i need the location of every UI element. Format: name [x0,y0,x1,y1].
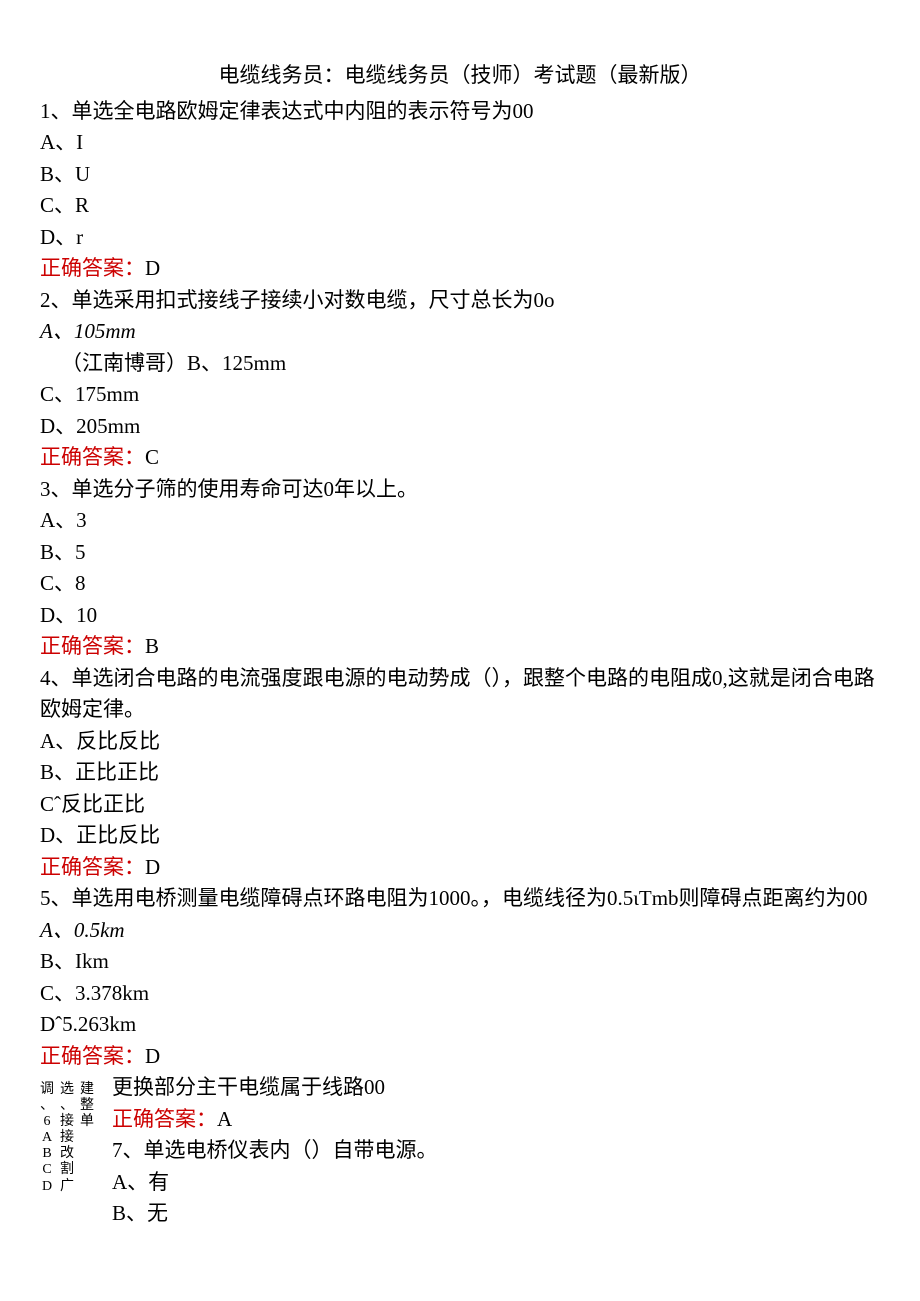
vc2-3: 接 [60,1130,74,1146]
answer-label: 正确答案： [112,1107,217,1131]
vc1-0: 调 [40,1082,54,1098]
q1-opt-c: C、R [40,190,880,222]
q3-opt-d: D、10 [40,600,880,632]
q2-answer: 正确答案：C [40,442,880,474]
q5-opt-c: C、3.378km [40,978,880,1010]
q5-stem: 5、单选用电桥测量电缆障碍点环路电阻为1000。，电缆线径为0.5ιTmb则障碍… [40,883,880,915]
answer-label: 正确答案： [40,855,145,879]
q3-answer: 正确答案：B [40,631,880,663]
vcol3: 建 整 单 [80,1072,94,1130]
q5-answer: 正确答案：D [40,1041,880,1073]
q4-opt-c: Cˆ反比正比 [40,789,880,821]
b-row2: 正确答案：A [112,1104,438,1136]
b-row1: 更换部分主干电缆属于线路00 [112,1072,438,1104]
q5-opt-d: Dˆ5.263km [40,1009,880,1041]
vc3-4: 整 [80,1098,94,1114]
q2-opt-a: A、105mm [40,316,880,348]
page-title: 电缆线务员：电缆线务员（技师）考试题（最新版） [40,60,880,92]
vc2-1: 、 [60,1098,74,1114]
answer-label: 正确答案： [40,1044,145,1068]
answer-label: 正确答案： [40,256,145,280]
q2-stem: 2、单选采用扣式接线子接续小对数电缆，尺寸总长为0o [40,285,880,317]
b-row3: 7、单选电桥仪表内（）自带电源。 [112,1135,438,1167]
q3-opt-c: C、8 [40,568,880,600]
q4-opt-b: B、正比正比 [40,757,880,789]
answer-label: 正确答案： [40,634,145,658]
answer-label: 正确答案： [40,445,145,469]
q1-opt-d: D、r [40,222,880,254]
vc1-4: B [40,1146,54,1162]
vc3-2: 建 [80,1082,94,1098]
vcol2: 选 、 接 接 改 割 广 [60,1072,74,1195]
vc2-0: 选 [60,1082,74,1098]
vc1-2: 6 [40,1114,54,1130]
q4-opt-a: A、反比反比 [40,726,880,758]
vc2-4: 改 [60,1146,74,1162]
q3-stem: 3、单选分子筛的使用寿命可达0年以上。 [40,474,880,506]
q1-opt-b: B、U [40,159,880,191]
q1-answer: 正确答案：D [40,253,880,285]
q4-stem: 4、单选闭合电路的电流强度跟电源的电动势成（），跟整个电路的电阻成0,这就是闭合… [40,663,880,726]
vc3-6: 单 [80,1114,94,1130]
q2-opt-d: D、205mm [40,411,880,443]
vc2-2: 接 [60,1114,74,1130]
vc1-5: C [40,1162,54,1178]
bottom-right: 更换部分主干电缆属于线路00 正确答案：A 7、单选电桥仪表内（）自带电源。 A… [94,1072,438,1230]
vc1-1: 、 [40,1098,54,1114]
q3-opt-b: B、5 [40,537,880,569]
bottom-block: 调 、 6 A B C D 选 、 接 接 改 割 广 建 整 单 更换部分主干… [40,1072,880,1230]
q3-opt-a: A、3 [40,505,880,537]
q2-opt-c: C、175mm [40,379,880,411]
q4-answer-val: D [145,855,160,879]
q1-answer-val: D [145,256,160,280]
q5-opt-a: A、0.5km [40,915,880,947]
q2-answer-val: C [145,445,159,469]
vcol1: 调 、 6 A B C D [40,1072,54,1195]
q4-opt-d: D、正比反比 [40,820,880,852]
vc2-6: 广 [60,1179,74,1195]
vc1-3: A [40,1130,54,1146]
q5-opt-b: B、Ikm [40,946,880,978]
b-row2-ans: A [217,1107,232,1131]
q1-opt-a: A、I [40,127,880,159]
q4-answer: 正确答案：D [40,852,880,884]
b-row4: A、有 [112,1167,438,1199]
b-row5: B、无 [112,1198,438,1230]
vc2-5: 割 [60,1162,74,1178]
q1-stem: 1、单选全电路欧姆定律表达式中内阻的表示符号为00 [40,96,880,128]
q3-answer-val: B [145,634,159,658]
vc1-6: D [40,1179,54,1195]
q2-note: （江南博哥）B、125mm [40,348,880,380]
q5-answer-val: D [145,1044,160,1068]
